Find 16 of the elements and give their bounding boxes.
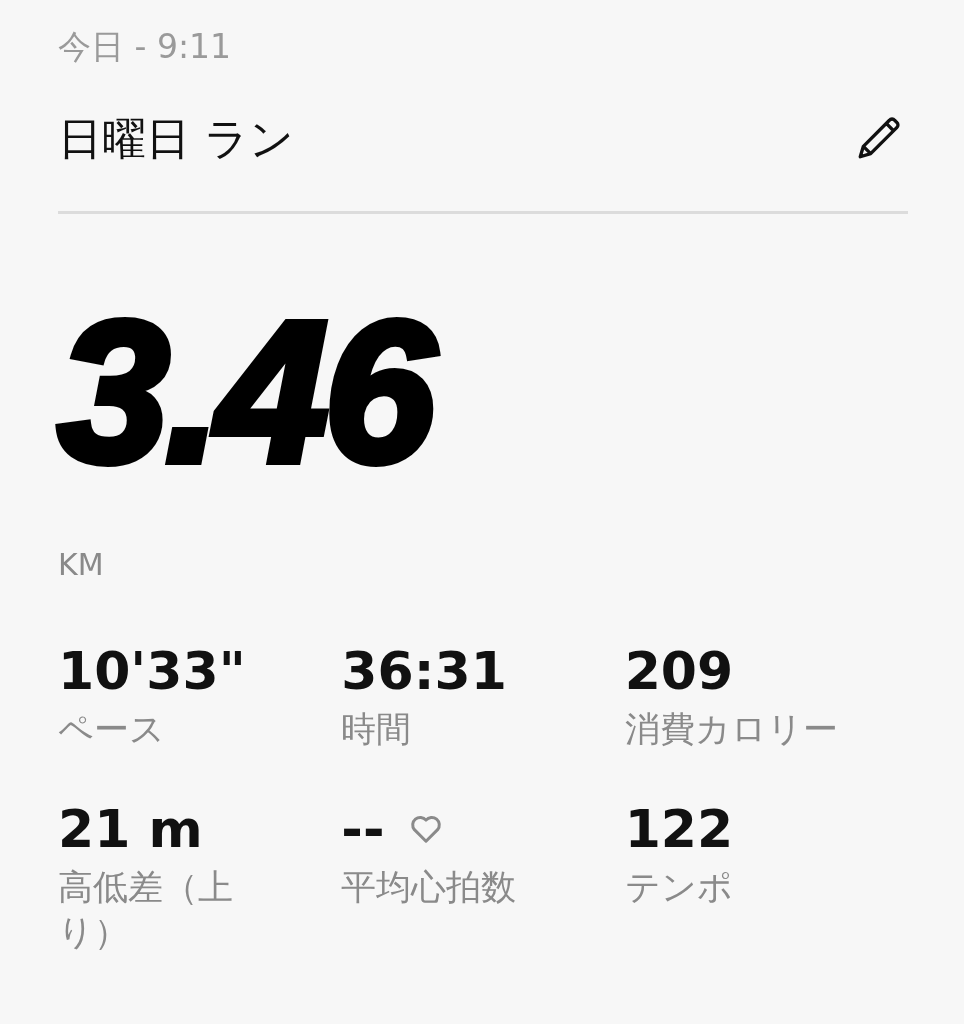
stat-value: 209 (624, 645, 734, 698)
heart-icon (408, 813, 443, 844)
stat-label: 平均心拍数 (341, 865, 518, 909)
stat-label: ペース (58, 708, 166, 752)
stat-label: テンポ (624, 865, 734, 909)
activity-title: 日曜日 ラン (58, 111, 294, 166)
stat-label: 時間 (341, 708, 413, 752)
distance-unit: KM (58, 546, 105, 585)
stat-label: 消費カロリー (624, 708, 839, 752)
stat-value: -- (341, 802, 385, 855)
stat-value: 36:31 (341, 645, 507, 698)
stat-value: 10'33" (58, 645, 246, 698)
date-time: 今日 - 9:11 (58, 26, 232, 68)
stat-label: 高低差（上り） (58, 865, 234, 955)
stat-value: 122 (624, 802, 734, 855)
stat-value: 21 m (58, 802, 203, 855)
